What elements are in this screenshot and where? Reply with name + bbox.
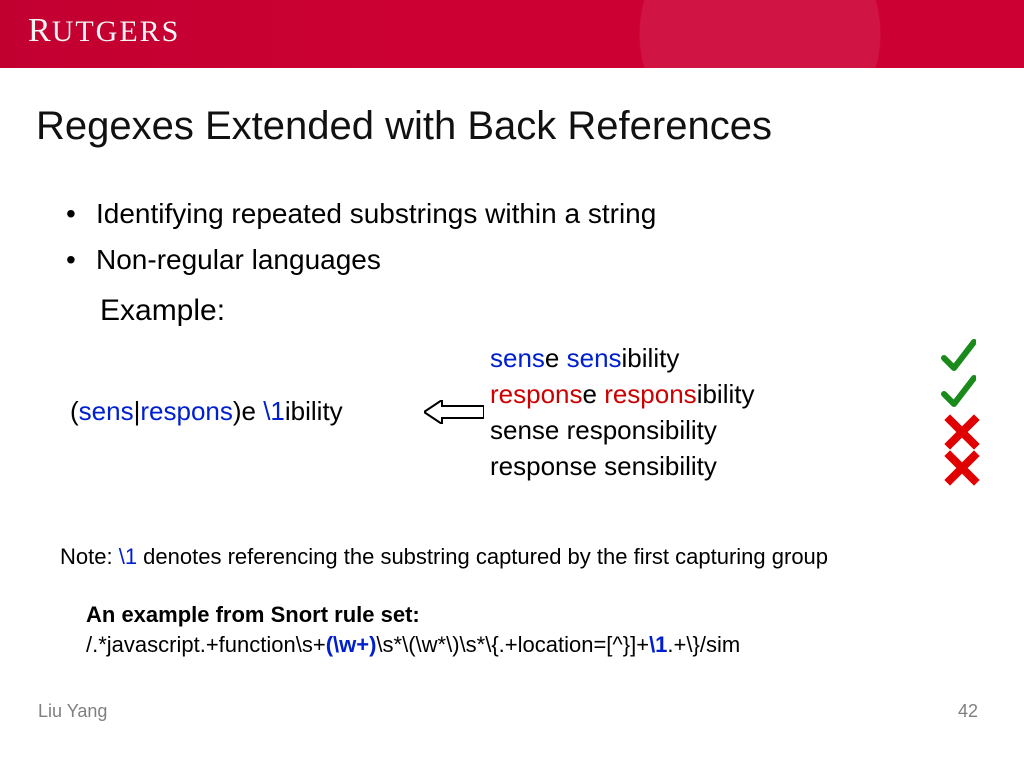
footer-author: Liu Yang — [38, 701, 107, 722]
regex-open: ( — [70, 396, 79, 426]
bullet-list: Identifying repeated substrings within a… — [60, 198, 984, 276]
cross-icon — [944, 450, 980, 486]
slide-title: Regexes Extended with Back References — [36, 104, 772, 149]
regex-close: )e — [233, 396, 263, 426]
match-list: sense sensibility response responsibilit… — [490, 340, 754, 484]
rutgers-logo: RUTGERS — [28, 12, 180, 50]
snort-seg: \s*\(\w*\)\s*\{.+location=[^}]+ — [376, 632, 649, 657]
cross-icon — [944, 414, 980, 450]
note-ref: \1 — [119, 544, 137, 569]
header-bar: RUTGERS — [0, 0, 1024, 68]
regex-backref: \1 — [263, 396, 285, 426]
note-line: Note: \1 denotes referencing the substri… — [60, 544, 984, 570]
check-icon — [940, 374, 976, 410]
snort-hl: \1 — [649, 632, 667, 657]
example-label: Example: — [100, 294, 984, 328]
arrow-left-icon — [424, 400, 484, 424]
match-hl: respons — [604, 379, 697, 409]
match-text: ibility — [697, 379, 755, 409]
bullet-item: Identifying repeated substrings within a… — [60, 198, 984, 230]
match-row: sense responsibility — [490, 412, 754, 448]
snort-hl: (\w+) — [326, 632, 377, 657]
snort-example: An example from Snort rule set: /.*javas… — [86, 600, 994, 660]
match-text: e — [545, 343, 567, 373]
match-row: sense sensibility — [490, 340, 754, 376]
snort-seg: .+\}/sim — [667, 632, 740, 657]
snort-seg: /.*javascript.+function\s+ — [86, 632, 326, 657]
logo-r: R — [28, 12, 52, 49]
note-suffix: denotes referencing the substring captur… — [137, 544, 828, 569]
regex-tail: ibility — [285, 396, 343, 426]
match-row: response sensibility — [490, 448, 754, 484]
match-row: response responsibility — [490, 376, 754, 412]
check-icon — [940, 338, 976, 374]
match-hl: sens — [490, 343, 545, 373]
match-text: ibility — [622, 343, 680, 373]
regex-alt2: respons — [140, 396, 233, 426]
note-prefix: Note: — [60, 544, 119, 569]
match-hl: respons — [490, 379, 583, 409]
match-hl: sens — [567, 343, 622, 373]
slide: RUTGERS Regexes Extended with Back Refer… — [0, 0, 1024, 768]
logo-rest: UTGERS — [52, 15, 181, 48]
match-text: e — [583, 379, 605, 409]
regex-pattern: (sens|respons)e \1ibility — [70, 396, 343, 427]
body: Identifying repeated substrings within a… — [60, 198, 984, 328]
snort-heading: An example from Snort rule set: — [86, 602, 420, 627]
regex-alt1: sens — [79, 396, 134, 426]
bullet-item: Non-regular languages — [60, 244, 984, 276]
footer-page: 42 — [958, 701, 978, 722]
